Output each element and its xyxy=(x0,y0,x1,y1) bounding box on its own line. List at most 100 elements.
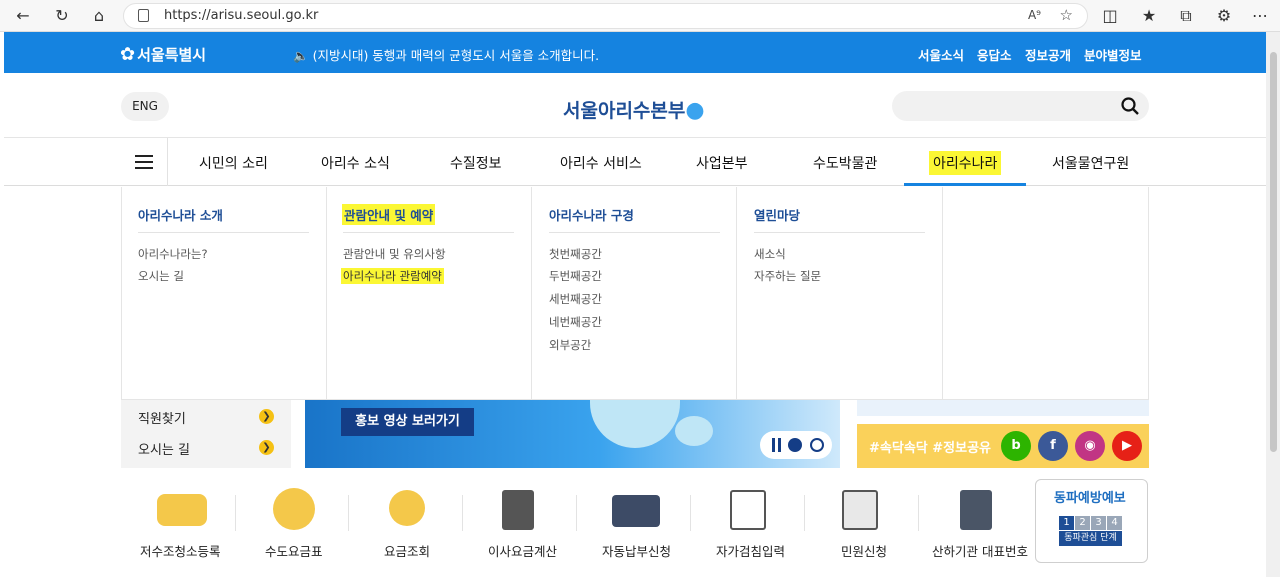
arrow-right-icon[interactable]: ❯ xyxy=(259,409,274,424)
mega-title-open[interactable]: 열린마당 xyxy=(754,205,800,224)
gnb-item-voice[interactable]: 시민의 소리 xyxy=(199,153,268,173)
mega-title-tour[interactable]: 아리수나라 구경 xyxy=(549,205,634,224)
menu-hamburger-icon[interactable] xyxy=(121,138,168,186)
water-drop-icon: ● xyxy=(685,98,705,123)
mega-link[interactable]: 새소식 xyxy=(754,246,786,262)
pause-icon[interactable] xyxy=(772,438,775,452)
divider xyxy=(754,232,925,233)
mega-link[interactable]: 아리수나라는? xyxy=(138,246,208,262)
gnb-item-museum[interactable]: 수도박물관 xyxy=(813,153,877,173)
forecast-stage: 동파관심 단계 xyxy=(1059,531,1122,546)
service-auto-pay[interactable]: 자동납부신청 xyxy=(602,541,671,560)
eng-button[interactable]: ENG xyxy=(121,92,169,121)
mega-link[interactable]: 자주하는 질문 xyxy=(754,268,821,284)
mega-link[interactable]: 두번째공간 xyxy=(549,268,602,284)
browser-toolbar: ← ↻ ⌂ https://arisu.seoul.go.kr A⁹ ☆ ◫ ★… xyxy=(0,0,1280,32)
blog-icon[interactable]: b xyxy=(1001,431,1031,461)
seoul-mark-icon: ✿ xyxy=(120,44,136,65)
phonebook-icon[interactable] xyxy=(960,490,992,530)
promo-video-button[interactable]: 홍보 영상 보러가기 xyxy=(341,408,474,436)
arrow-right-icon[interactable]: ❯ xyxy=(259,440,274,455)
youtube-icon[interactable]: ▶ xyxy=(1112,431,1142,461)
search-icon[interactable] xyxy=(1121,97,1139,115)
mega-title-intro[interactable]: 아리수나라 소개 xyxy=(138,205,223,224)
service-moving-calc[interactable]: 이사요금계산 xyxy=(488,541,557,560)
divider xyxy=(235,495,236,531)
home-icon[interactable]: ⌂ xyxy=(89,6,109,26)
more-icon[interactable]: ⋯ xyxy=(1250,6,1270,26)
forecast-level-4: 4 xyxy=(1107,516,1122,530)
topmenu-response[interactable]: 응답소 xyxy=(977,45,1012,64)
address-bar[interactable]: https://arisu.seoul.go.kr A⁹ ☆ xyxy=(123,3,1088,29)
back-icon[interactable]: ← xyxy=(13,6,33,26)
banner-controls xyxy=(760,431,832,459)
service-water-rate[interactable]: 수도요금표 xyxy=(265,541,323,560)
mega-link[interactable]: 오시는 길 xyxy=(138,268,184,284)
forecast-level-1: 1 xyxy=(1059,516,1074,530)
mega-link[interactable]: 네번째공간 xyxy=(549,314,602,330)
gnb-item-quality[interactable]: 수질정보 xyxy=(450,153,502,173)
favorites-icon[interactable]: ★ xyxy=(1139,6,1159,26)
instagram-icon[interactable]: ◉ xyxy=(1075,431,1105,461)
topmenu-news[interactable]: 서울소식 xyxy=(918,45,964,64)
extensions-icon[interactable]: ⚙ xyxy=(1214,6,1234,26)
search-input[interactable] xyxy=(892,91,1149,121)
collections-icon[interactable]: ⧉ xyxy=(1176,6,1196,26)
divider xyxy=(918,495,919,531)
meter-reading-icon[interactable] xyxy=(730,490,766,530)
divider xyxy=(804,495,805,531)
gnb-item-service[interactable]: 아리수 서비스 xyxy=(560,153,642,173)
notice-text[interactable]: 🔈 (지방시대) 동행과 매력의 균형도시 서울을 소개합니다. xyxy=(293,45,599,64)
page-scrollbar[interactable] xyxy=(1266,32,1280,577)
card-payment-icon[interactable] xyxy=(612,495,660,527)
service-contacts[interactable]: 산하기관 대표번호 xyxy=(932,541,1028,560)
banner-dot[interactable] xyxy=(810,438,824,452)
seoul-logo[interactable]: ✿ 서울특별시 xyxy=(120,44,206,65)
scrollbar-thumb[interactable] xyxy=(1270,52,1277,452)
refresh-icon[interactable]: ↻ xyxy=(52,6,72,26)
quicklink-staff[interactable]: 직원찾기 xyxy=(138,408,186,427)
topmenu-fieldinfo[interactable]: 분야별정보 xyxy=(1084,45,1142,64)
divider xyxy=(462,495,463,531)
service-tank-cleaning[interactable]: 저수조청소등록 xyxy=(140,541,221,560)
service-civil[interactable]: 민원신청 xyxy=(841,541,887,560)
bill-inquiry-icon[interactable] xyxy=(389,490,425,526)
gnb-item-research[interactable]: 서울물연구원 xyxy=(1052,153,1129,173)
tank-cleaning-icon[interactable] xyxy=(157,494,207,526)
calculator-icon[interactable] xyxy=(502,490,534,530)
mascot-image xyxy=(590,400,680,448)
gnb-item-arisunara[interactable]: 아리수나라 xyxy=(929,151,1002,175)
facebook-icon[interactable]: f xyxy=(1038,431,1068,461)
quicklink-directions[interactable]: 오시는 길 xyxy=(138,439,190,458)
read-aloud-icon[interactable]: A⁹ xyxy=(1028,8,1041,22)
favorite-star-icon[interactable]: ☆ xyxy=(1060,6,1073,24)
url-text: https://arisu.seoul.go.kr xyxy=(164,8,319,23)
water-rate-icon[interactable] xyxy=(273,488,315,530)
mascot-drop-image xyxy=(675,416,713,446)
banner-dot-active[interactable] xyxy=(788,438,802,452)
split-screen-icon[interactable]: ◫ xyxy=(1100,6,1120,26)
mega-title-visit[interactable]: 관람안내 및 예약 xyxy=(342,204,436,225)
service-self-reading[interactable]: 자가검침입력 xyxy=(716,541,785,560)
mega-link[interactable]: 세번째공간 xyxy=(549,291,602,307)
divider xyxy=(138,232,309,233)
pause-icon[interactable] xyxy=(778,438,781,452)
sns-hashtags: #속닥속닥 #정보공유 xyxy=(869,441,991,456)
mega-link[interactable]: 첫번째공간 xyxy=(549,246,602,262)
info-strip xyxy=(857,400,1149,416)
lock-icon xyxy=(138,9,149,22)
divider xyxy=(576,495,577,531)
mega-link[interactable]: 외부공간 xyxy=(549,337,591,353)
complaint-icon[interactable] xyxy=(842,490,878,530)
active-tab-indicator xyxy=(904,183,1026,186)
gnb-item-news[interactable]: 아리수 소식 xyxy=(321,153,390,173)
forecast-level-2: 2 xyxy=(1075,516,1090,530)
divider xyxy=(343,232,514,233)
mega-link[interactable]: 관람안내 및 유의사항 xyxy=(343,246,446,262)
gnb-item-business[interactable]: 사업본부 xyxy=(696,153,748,173)
topmenu-disclosure[interactable]: 정보공개 xyxy=(1025,45,1071,64)
mega-link-reservation[interactable]: 아리수나라 관람예약 xyxy=(341,268,444,284)
forecast-level-3: 3 xyxy=(1091,516,1106,530)
site-logo[interactable]: 서울아리수본부● xyxy=(563,96,705,123)
service-bill-inquiry[interactable]: 요금조회 xyxy=(384,541,430,560)
